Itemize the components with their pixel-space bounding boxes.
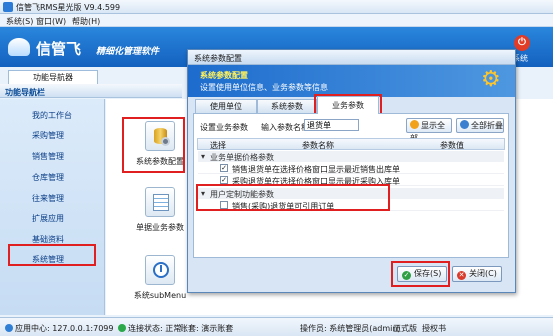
search-input[interactable] xyxy=(304,119,359,131)
close-icon: ✕ xyxy=(457,271,466,280)
collapse-arrow-icon[interactable]: ▾ xyxy=(201,152,205,161)
menu-system[interactable]: 系统(S) xyxy=(6,16,33,27)
tab-business-params[interactable]: 业务参数 xyxy=(317,96,379,114)
dialog-header-title: 系统参数配置 xyxy=(200,71,248,80)
status-license[interactable]: 授权书 xyxy=(422,323,446,334)
sidebar-item-sales[interactable]: 销售管理 xyxy=(32,151,64,162)
collapse-all-button[interactable]: 全部折叠 xyxy=(456,118,504,133)
sidebar-item-warehouse[interactable]: 仓库管理 xyxy=(32,172,64,183)
power-icon[interactable]: ⏻ xyxy=(514,35,530,51)
params-grid-header: 选择 参数名称 参数值 xyxy=(197,138,505,150)
sidebar-item-workbench[interactable]: 我的工作台 xyxy=(32,110,72,121)
highlight-custom-param xyxy=(196,184,390,211)
status-bar: 应用中心: 127.0.0.1:7099 连接状态: 正常 账套: 演示账套 操… xyxy=(0,317,553,336)
status-connection: 连接状态: 正常 xyxy=(118,323,181,334)
clock-icon xyxy=(145,255,175,285)
param-checkbox[interactable]: ✓ xyxy=(220,164,228,172)
sidebar-nav: 我的工作台 采购管理 销售管理 仓库管理 往来管理 扩展应用 基础资料 系统管理 xyxy=(0,99,105,315)
highlight-system-management xyxy=(8,244,96,266)
collapse-icon xyxy=(460,120,469,129)
window-titlebar: 信管飞RMS星光版 V9.4.599 xyxy=(0,0,553,14)
panel-title: 设置业务参数 xyxy=(200,123,248,132)
sidebar-item-accounts[interactable]: 往来管理 xyxy=(32,193,64,204)
dialog-titlebar: 系统参数配置 xyxy=(188,50,515,65)
col-param-name: 参数名称 xyxy=(302,141,334,150)
server-icon xyxy=(5,324,13,332)
nav-header: 功能导航栏 xyxy=(0,84,182,98)
refresh-icon xyxy=(410,120,419,129)
status-account: 账套: 演示账套 xyxy=(180,324,234,333)
col-param-value: 参数值 xyxy=(440,141,464,150)
connection-icon xyxy=(118,324,126,332)
gear-icon: ⚙ xyxy=(481,67,501,92)
menu-window[interactable]: 窗口(W) xyxy=(36,16,66,27)
param-name: 销售退货单在选择价格窗口显示最近销售出库单 xyxy=(232,165,400,174)
tab-system-params[interactable]: 系统参数 xyxy=(257,99,317,113)
param-checkbox[interactable]: ✓ xyxy=(220,176,228,184)
param-group[interactable]: ▾ 业务单据价格参数 xyxy=(198,151,504,162)
tab-function-navigator[interactable]: 功能导航器 xyxy=(8,70,98,84)
dialog-header: 系统参数配置 设置使用单位信息、业务参数等信息 ⚙ xyxy=(188,65,515,97)
close-button[interactable]: ✕ 关闭(C) xyxy=(452,266,502,282)
sidebar-item-purchase[interactable]: 采购管理 xyxy=(32,130,64,141)
system-params-dialog: 系统参数配置 系统参数配置 设置使用单位信息、业务参数等信息 ⚙ 使用单位 系统… xyxy=(187,49,516,293)
param-row[interactable]: ✓ 销售退货单在选择价格窗口显示最近销售出库单 xyxy=(198,163,504,174)
group-name: 业务单据价格参数 xyxy=(210,153,274,162)
status-operator: 操作员: 系统管理员(admin) xyxy=(300,324,401,333)
highlight-save-button xyxy=(391,261,450,287)
menu-help[interactable]: 帮助(H) xyxy=(72,16,100,27)
logo-text: 信管飞 xyxy=(36,40,82,58)
logo-icon xyxy=(8,38,30,56)
highlight-system-config xyxy=(122,117,185,173)
tab-organization[interactable]: 使用单位 xyxy=(195,99,257,113)
menubar: 系统(S) 窗口(W) 帮助(H) xyxy=(0,14,553,27)
window-title: 信管飞RMS星光版 V9.4.599 xyxy=(16,3,121,12)
status-edition: 正式版 xyxy=(393,324,417,333)
slogan: 精细化管理软件 xyxy=(96,47,160,57)
sidebar-item-extensions[interactable]: 扩展应用 xyxy=(32,213,64,224)
dialog-header-subtitle: 设置使用单位信息、业务参数等信息 xyxy=(200,83,328,92)
app-icon xyxy=(3,2,13,12)
nav-header-title: 功能导航栏 xyxy=(5,88,45,97)
status-app-center: 应用中心: 127.0.0.1:7099 xyxy=(5,323,113,334)
show-all-button[interactable]: 显示全部 xyxy=(406,118,452,143)
document-grid-icon xyxy=(145,187,175,217)
col-select: 选择 xyxy=(210,141,226,150)
dialog-title: 系统参数配置 xyxy=(194,54,242,63)
